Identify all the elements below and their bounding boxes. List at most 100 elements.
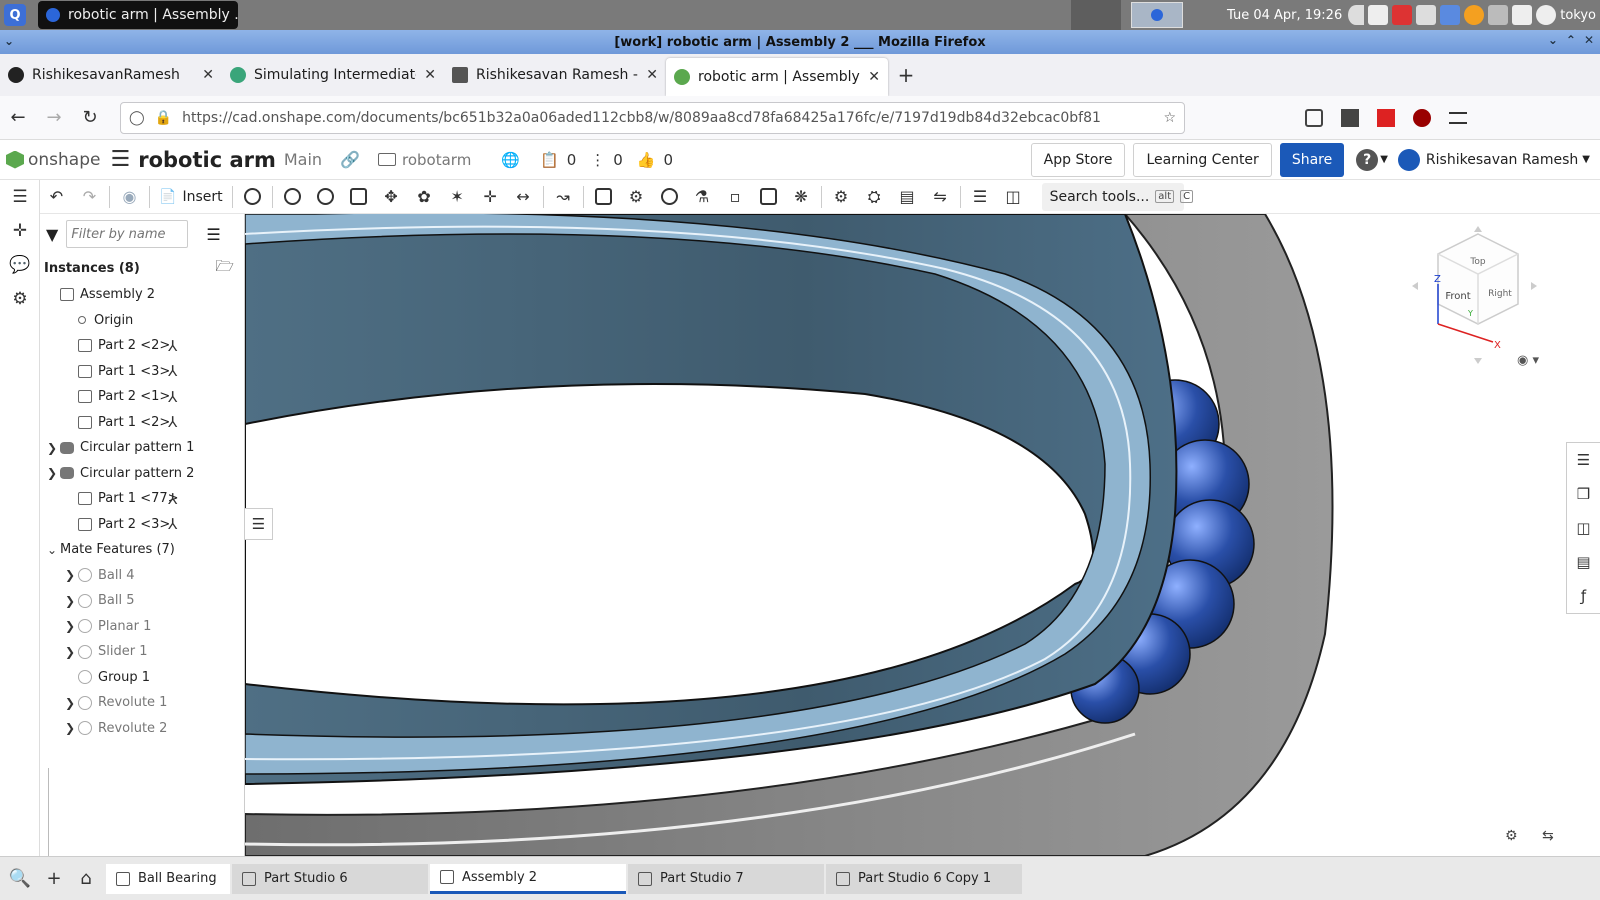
tree-item[interactable]: Group 1 <box>40 665 244 691</box>
user-dropdown-icon[interactable]: ▼ <box>1582 154 1590 165</box>
filter-by-name-input[interactable] <box>66 220 189 248</box>
tree-item[interactable]: ❯ Circular pattern 1 <box>40 435 244 461</box>
onshape-logo[interactable]: onshape <box>6 150 100 170</box>
explode-icon[interactable]: ⚙ <box>825 182 858 212</box>
parallel-mate-icon[interactable]: ✛ <box>474 182 507 212</box>
window-titlebar[interactable]: ⌄ [work] robotic arm | Assembly 2 ___ Mo… <box>0 30 1600 54</box>
back-icon[interactable]: ← <box>0 107 36 128</box>
link-icon[interactable]: 🔗 <box>340 150 360 169</box>
gear-relation-icon[interactable]: ⚙ <box>620 182 653 212</box>
cylindrical-mate-icon[interactable]: ✥ <box>375 182 408 212</box>
list-view-icon[interactable]: ☰ <box>206 225 220 244</box>
tree-item[interactable]: Part 2 <2> ⅄ <box>40 333 244 359</box>
regenerate-icon[interactable]: ◉ <box>113 182 146 212</box>
tab-profile[interactable]: Rishikesavan Ramesh - In ✕ <box>444 54 666 96</box>
create-folder-icon[interactable]: 🗁 <box>215 256 234 281</box>
tab-part-studio[interactable]: Part Studio 6 Copy 1 <box>826 863 1022 894</box>
screens-icon[interactable] <box>1512 5 1533 25</box>
window-close-icon[interactable]: ✕ <box>1584 33 1594 47</box>
tab-github[interactable]: RishikesavanRamesh ✕ <box>0 54 222 96</box>
window-menu-icon[interactable]: ⌄ <box>4 34 14 48</box>
linear-relation-icon[interactable]: ▫ <box>719 182 752 212</box>
likes-counter[interactable]: 👍 0 <box>637 151 673 169</box>
screw-relation-icon[interactable]: ⚗ <box>686 182 719 212</box>
bom-icon[interactable]: ☰ <box>964 182 997 212</box>
branch-name[interactable]: Main <box>284 150 322 169</box>
table-of-contents-icon[interactable]: ☰ <box>245 508 273 540</box>
tab-close-icon[interactable]: ✕ <box>424 67 436 83</box>
folder-breadcrumb[interactable]: robotarm <box>378 151 471 169</box>
undo-icon[interactable]: ↶ <box>40 182 73 212</box>
tab-folder[interactable]: Ball Bearing <box>106 863 230 894</box>
triad-icon[interactable]: ⅄ <box>168 490 177 508</box>
avatar[interactable] <box>1397 148 1420 171</box>
clock[interactable]: Tue 04 Apr, 19:26 <box>1227 8 1342 23</box>
tab-simulating[interactable]: Simulating Intermediate ✕ <box>222 54 444 96</box>
tangent-mate-icon[interactable]: ↔ <box>507 182 540 212</box>
lock-icon[interactable]: 🔒 <box>155 110 172 126</box>
learning-center-button[interactable]: Learning Center <box>1133 142 1272 177</box>
forward-icon[interactable]: → <box>36 107 72 128</box>
selenium-icon[interactable] <box>1341 108 1359 127</box>
triad-icon[interactable]: ⅄ <box>168 413 177 431</box>
tree-item[interactable]: ❯ Circular pattern 2 <box>40 461 244 487</box>
named-views-icon[interactable]: ▤ <box>1567 545 1600 579</box>
search-tabs-icon[interactable]: 🔍 <box>0 868 40 889</box>
filter-icon[interactable]: ▼ <box>46 225 58 244</box>
slider-mate-icon[interactable] <box>309 182 342 212</box>
animation-icon[interactable]: ⚙ <box>0 282 40 316</box>
tab-close-icon[interactable]: ✕ <box>868 69 880 85</box>
chevron-right-icon[interactable]: ❯ <box>44 441 60 455</box>
add-tab-icon[interactable]: + <box>40 868 68 889</box>
network-icon[interactable] <box>1368 5 1389 25</box>
window-minimize-icon[interactable]: ⌄ <box>1548 33 1558 47</box>
document-menu-icon[interactable]: ☰ <box>110 147 130 172</box>
fastened-mate-icon[interactable] <box>236 182 269 212</box>
tree-item[interactable]: Part 2 <1> ⅄ <box>40 384 244 410</box>
chevron-right-icon[interactable]: ❯ <box>62 619 78 633</box>
triad-icon[interactable]: ⅄ <box>168 515 177 533</box>
tree-item[interactable]: Part 1 <77> ⅄ <box>40 486 244 512</box>
properties-panel-icon[interactable]: ☰ <box>1567 443 1600 477</box>
shield-icon[interactable]: ◯ <box>129 110 145 126</box>
triad-icon[interactable]: ⅄ <box>168 362 177 380</box>
browser-menu-icon[interactable] <box>1449 111 1467 124</box>
variables-panel-icon[interactable]: ƒ <box>1567 579 1600 613</box>
mate-connector-tool-icon[interactable]: ↝ <box>547 182 580 212</box>
tab-close-icon[interactable]: ✕ <box>202 67 214 83</box>
comments-icon[interactable]: 💬 <box>0 248 40 282</box>
units-icon[interactable]: ⇆ <box>1542 828 1554 844</box>
search-tools-input[interactable]: Search tools... alt C <box>1041 182 1194 211</box>
triad-icon[interactable]: ⅄ <box>168 337 177 355</box>
app-launcher-icon[interactable]: Q <box>4 4 26 26</box>
tree-item[interactable]: ⌄ Mate Features (7) <box>40 537 244 563</box>
bookmark-star-icon[interactable]: ☆ <box>1163 110 1176 126</box>
chevron-right-icon[interactable]: ❯ <box>62 645 78 659</box>
appearance-panel-icon[interactable]: ❒ <box>1567 477 1600 511</box>
revolute-mate-icon[interactable] <box>276 182 309 212</box>
tab-close-icon[interactable]: ✕ <box>646 67 658 83</box>
section-view-icon[interactable]: ⛭ <box>858 182 891 212</box>
chevron-right-icon[interactable]: ❯ <box>62 568 78 582</box>
group-icon[interactable] <box>587 182 620 212</box>
rack-pinion-icon[interactable] <box>653 182 686 212</box>
branches-counter[interactable]: ⋮ 0 <box>590 151 623 169</box>
pattern-icon[interactable]: ❋ <box>785 182 818 212</box>
bom-panel-icon[interactable]: ◫ <box>1567 511 1600 545</box>
reload-icon[interactable]: ↻ <box>72 107 108 128</box>
cpu-monitor-icon[interactable] <box>1392 5 1413 25</box>
chevron-right-icon[interactable]: ❯ <box>44 466 60 480</box>
share-button[interactable]: Share <box>1279 142 1345 177</box>
app-store-button[interactable]: App Store <box>1030 142 1126 177</box>
view-options-icon[interactable]: ◉ ▾ <box>1517 353 1539 368</box>
ublock-icon[interactable] <box>1413 108 1431 127</box>
3d-viewport[interactable]: ☰ Top Front Right Z X Y ◉ ▾ ☰ ❒ ◫ ▤ ƒ ⚙ … <box>245 214 1600 856</box>
new-tab-button[interactable]: + <box>888 54 924 96</box>
home-icon[interactable]: ⌂ <box>68 868 104 889</box>
user-name[interactable]: Rishikesavan Ramesh <box>1426 152 1578 168</box>
ball-mate-icon[interactable]: ✶ <box>441 182 474 212</box>
chevron-down-icon[interactable]: ⌄ <box>44 543 60 557</box>
document-title[interactable]: robotic arm <box>138 148 276 172</box>
versions-counter[interactable]: 📋 0 <box>540 151 576 169</box>
url-text[interactable]: https://cad.onshape.com/documents/bc651b… <box>182 110 1153 126</box>
